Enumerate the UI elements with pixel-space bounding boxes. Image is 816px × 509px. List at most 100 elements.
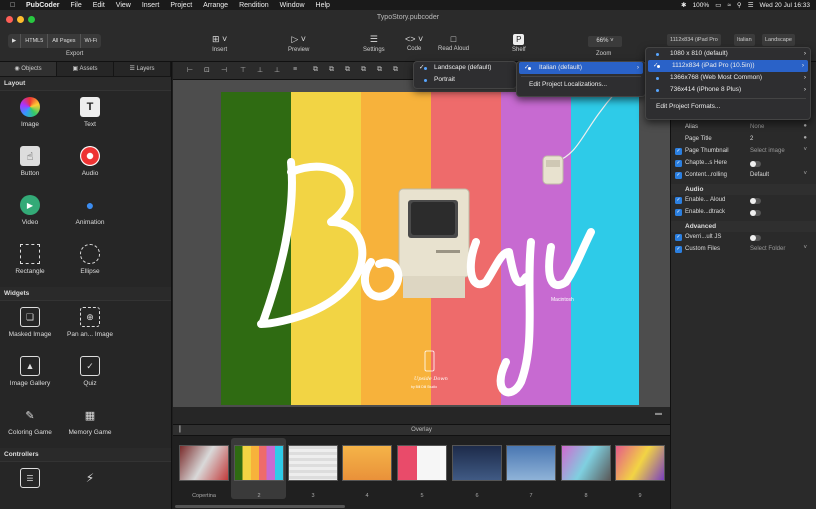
chevron-down-icon[interactable]: ˅ xyxy=(803,245,807,251)
preview-button[interactable]: ▷ ˅ Preview xyxy=(288,34,309,53)
tool-coloring-game[interactable]: ✎ Coloring Game xyxy=(0,399,60,448)
tool-button[interactable]: ☝ Button xyxy=(0,140,60,189)
distribute-icon[interactable]: ≡ xyxy=(293,66,297,73)
toggle-switch[interactable] xyxy=(750,198,761,204)
page-thumb-3[interactable] xyxy=(288,445,338,481)
group-icon[interactable]: ⧉ xyxy=(345,66,350,74)
tab-objects[interactable]: ◉ Objects xyxy=(0,62,57,76)
checkbox-icon[interactable]: ✓ xyxy=(675,148,682,155)
checkbox-icon[interactable]: ✓ xyxy=(675,160,682,167)
inspector-custom-files[interactable]: ✓ Custom Files Select Folder ˅ xyxy=(671,244,816,256)
tool-controller-action[interactable]: ⚡ xyxy=(60,462,120,492)
checkbox-icon[interactable]: ✓ xyxy=(675,172,682,179)
export-format-html5[interactable]: HTML5 xyxy=(21,34,49,48)
tool-masked-image[interactable]: ❏ Masked Image xyxy=(0,301,60,350)
clock[interactable]: Wed 20 Jul 16:33 xyxy=(760,2,810,9)
ungroup-icon[interactable]: ⧉ xyxy=(361,66,366,74)
menu-item-format-736[interactable]: 736x414 (iPhone 8 Plus) › xyxy=(646,84,810,96)
align-middle-icon[interactable]: ⊥ xyxy=(257,66,263,74)
settings-button[interactable]: ☰ Settings xyxy=(363,34,385,53)
chevron-down-icon[interactable]: ˅ xyxy=(803,171,807,177)
page-thumb-5[interactable] xyxy=(397,445,447,481)
control-center-icon[interactable]: ☰ xyxy=(748,1,754,9)
menu-item-italian[interactable]: ✓ Italian (default) › xyxy=(519,62,643,74)
menu-file[interactable]: File xyxy=(70,2,81,9)
align-top-icon[interactable]: ⊤ xyxy=(240,66,246,74)
checkbox-icon[interactable]: ✓ xyxy=(675,197,682,204)
device-format-button[interactable]: 1112x834 (iPad Pro xyxy=(667,34,721,46)
menu-item-landscape[interactable]: ✓ Landscape (default) xyxy=(414,62,516,74)
page-thumb-2[interactable] xyxy=(234,445,284,481)
menu-item-format-1080[interactable]: 1080 x 810 (default) › xyxy=(646,48,810,60)
lock-icon[interactable]: ⧉ xyxy=(377,66,382,74)
tool-ellipse[interactable]: Ellipse xyxy=(60,238,120,287)
apple-icon[interactable]:  xyxy=(10,2,18,9)
checkbox-icon[interactable]: ✓ xyxy=(675,246,682,253)
chevron-down-icon[interactable]: ˅ xyxy=(803,147,807,153)
checkbox-icon[interactable]: ✓ xyxy=(675,234,682,241)
page-thumb-4[interactable] xyxy=(342,445,392,481)
overlay-bar[interactable]: ┃ Overlay xyxy=(173,424,670,436)
menu-item-format-1112[interactable]: ✓ 1112x834 (iPad Pro (10.5in)) › xyxy=(648,60,808,72)
inspector-page-thumbnail[interactable]: ✓ Page Thumbnail Select image ˅ xyxy=(671,146,816,158)
battery-icon[interactable]: ▭ xyxy=(715,1,721,9)
inspector-content-scrolling[interactable]: ✓ Content...rolling Default ˅ xyxy=(671,170,816,182)
menu-window[interactable]: Window xyxy=(280,2,305,9)
bluetooth-icon[interactable]: ✱ xyxy=(681,1,686,9)
menu-rendition[interactable]: Rendition xyxy=(239,2,269,9)
tool-rectangle[interactable]: Rectangle xyxy=(0,238,60,287)
inspector-enable-read-aloud[interactable]: ✓ Enable... Aloud xyxy=(671,195,816,207)
arrange-back-icon[interactable]: ⧉ xyxy=(329,66,334,74)
shelf-button[interactable]: P Shelf xyxy=(512,34,526,53)
tool-video[interactable]: ▶ Video xyxy=(0,189,60,238)
tool-animation[interactable]: ● Animation xyxy=(60,189,120,238)
tool-audio[interactable]: Audio xyxy=(60,140,120,189)
play-icon[interactable]: ▶ xyxy=(8,34,22,48)
language-button[interactable]: Italian xyxy=(734,34,755,46)
mouse[interactable] xyxy=(542,92,617,185)
tool-controller-list[interactable]: ☰ xyxy=(0,462,60,492)
menu-edit[interactable]: Edit xyxy=(93,2,105,9)
drag-handle-icon[interactable]: ▬ xyxy=(655,410,662,417)
tool-pan-image[interactable]: ⊕ Pan an... Image xyxy=(60,301,120,350)
export-pages[interactable]: All Pages xyxy=(48,34,81,48)
read-aloud-button[interactable]: □ Read Aloud xyxy=(438,34,469,52)
tool-text[interactable]: T Text xyxy=(60,91,120,140)
info-icon[interactable]: ● xyxy=(803,135,807,141)
menu-arrange[interactable]: Arrange xyxy=(203,2,228,9)
unlock-icon[interactable]: ⧉ xyxy=(393,66,398,74)
page-thumb-6[interactable] xyxy=(452,445,502,481)
menu-item-portrait[interactable]: Portrait xyxy=(414,74,516,86)
tool-image[interactable]: Image xyxy=(0,91,60,140)
menu-item-format-1366[interactable]: 1366x768 (Web Most Common) › xyxy=(646,72,810,84)
wifi-icon[interactable]: ≈ xyxy=(727,2,731,9)
tool-memory-game[interactable]: ▦ Memory Game xyxy=(60,399,120,448)
align-bottom-icon[interactable]: ⊥ xyxy=(274,66,280,74)
checkbox-icon[interactable]: ✓ xyxy=(675,209,682,216)
page-thumb-8[interactable] xyxy=(561,445,611,481)
align-right-icon[interactable]: ⊣ xyxy=(221,66,227,74)
export-wifi[interactable]: Wi-Fi xyxy=(81,34,102,48)
page-thumb-1[interactable] xyxy=(179,445,229,481)
tab-assets[interactable]: ▣ Assets xyxy=(57,62,114,76)
page-thumb-9[interactable] xyxy=(615,445,665,481)
search-icon[interactable]: ⚲ xyxy=(737,1,742,9)
inspector-page-title[interactable]: Page Title 2 ● xyxy=(671,134,816,146)
page-thumb-7[interactable] xyxy=(506,445,556,481)
align-left-icon[interactable]: ⊢ xyxy=(187,66,193,74)
inspector-alias[interactable]: Alias None ● xyxy=(671,122,816,134)
menu-help[interactable]: Help xyxy=(316,2,330,9)
info-icon[interactable]: ● xyxy=(803,123,807,129)
insert-button[interactable]: ⊞ ˅ Insert xyxy=(212,34,227,53)
tool-quiz[interactable]: ✓ Quiz xyxy=(60,350,120,399)
menu-item-edit-formats[interactable]: Edit Project Formats... xyxy=(646,101,810,113)
menu-view[interactable]: View xyxy=(116,2,131,9)
filmstrip-scrollbar[interactable] xyxy=(175,505,345,508)
toggle-switch[interactable] xyxy=(750,235,761,241)
menu-item-edit-localizations[interactable]: Edit Project Localizations... xyxy=(517,79,645,91)
arrange-front-icon[interactable]: ⧉ xyxy=(313,66,318,74)
menu-insert[interactable]: Insert xyxy=(142,2,160,9)
orientation-button[interactable]: Landscape xyxy=(762,34,795,46)
tab-layers[interactable]: ☰ Layers xyxy=(114,62,171,76)
toggle-switch[interactable] xyxy=(750,161,761,167)
